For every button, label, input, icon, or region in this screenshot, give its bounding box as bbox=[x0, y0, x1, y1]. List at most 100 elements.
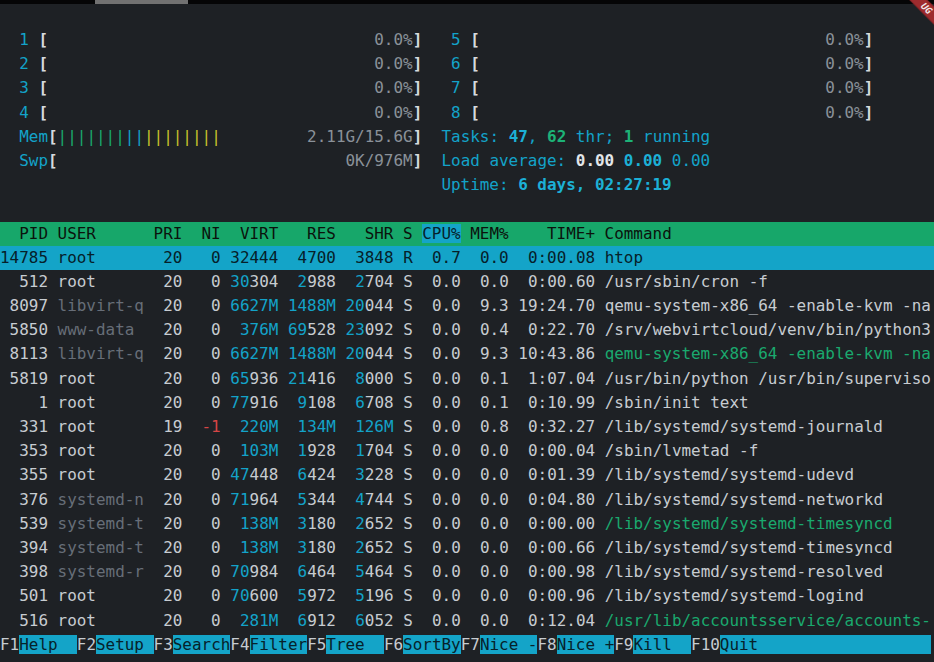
cell-pri: 20 bbox=[154, 490, 192, 509]
meter-close-bracket: ] bbox=[413, 30, 423, 49]
cell-pid: 394 bbox=[0, 538, 58, 557]
cell-ni: 0 bbox=[192, 369, 221, 388]
cell-pid: 8097 bbox=[0, 296, 58, 315]
fkey-f8[interactable]: F8 bbox=[537, 635, 556, 654]
cell-state: S bbox=[403, 393, 422, 412]
process-row[interactable]: 376 systemd-n 20 0 71964 5344 4744 S 0.0… bbox=[0, 488, 934, 512]
cell-ni: 0 bbox=[192, 296, 221, 315]
fkey-f2[interactable]: F2 bbox=[77, 635, 96, 654]
cell-time: 19:24.70 bbox=[518, 296, 604, 315]
cell-mem: 0.0 bbox=[470, 465, 518, 484]
fkey-label-nice[interactable]: Nice - bbox=[480, 635, 538, 654]
process-row[interactable]: 501 root 20 0 70600 5972 5196 S 0.0 0.0 … bbox=[0, 584, 934, 608]
table-header-row[interactable]: PID USER PRI NI VIRT RES SHR S CPU% MEM%… bbox=[0, 222, 934, 246]
cell-user: libvirt-q bbox=[58, 344, 154, 363]
cell-cpu: 0.0 bbox=[422, 441, 470, 460]
cell-command: /sbin/lvmetad -f bbox=[605, 441, 931, 460]
cpu-meter-value: 0.0% bbox=[825, 54, 863, 73]
cell-user: root bbox=[58, 417, 154, 436]
fkey-f5[interactable]: F5 bbox=[307, 635, 326, 654]
fkey-label-search[interactable]: Search bbox=[173, 635, 231, 654]
cell-pri: 20 bbox=[154, 514, 192, 533]
cell-user: root bbox=[58, 369, 154, 388]
cell-user: root bbox=[58, 465, 154, 484]
cell-mem: 0.0 bbox=[470, 490, 518, 509]
process-row[interactable]: 398 systemd-r 20 0 70984 6464 5464 S 0.0… bbox=[0, 560, 934, 584]
process-row[interactable]: 516 root 20 0 281M 6912 6052 S 0.0 0.0 0… bbox=[0, 609, 934, 633]
col-header-pid: PID bbox=[0, 224, 58, 243]
process-row[interactable]: 394 systemd-t 20 0 138M 3180 2652 S 0.0 … bbox=[0, 536, 934, 560]
cell-pri: 20 bbox=[154, 441, 192, 460]
meter-close-bracket: ] bbox=[864, 78, 874, 97]
col-header-s: S bbox=[403, 224, 422, 243]
fkey-label-setup[interactable]: Setup bbox=[96, 635, 154, 654]
fkey-label-kill[interactable]: Kill bbox=[633, 635, 691, 654]
cpu-meter-row: 1 [ 0.0%] 5 [ 0.0%] bbox=[0, 28, 934, 52]
process-row[interactable]: 353 root 20 0 103M 1928 1704 S 0.0 0.0 0… bbox=[0, 439, 934, 463]
cpu-meter-id: 7 bbox=[451, 78, 470, 97]
cell-mem: 0.1 bbox=[470, 393, 518, 412]
process-row[interactable]: 331 root 19 -1 220M 134M 126M S 0.0 0.8 … bbox=[0, 415, 934, 439]
tasks-count: 47 bbox=[509, 127, 528, 146]
process-row[interactable]: 8097 libvirt-q 20 0 6627M 1488M 20044 S … bbox=[0, 294, 934, 318]
meter-open-bracket: [ bbox=[470, 54, 480, 73]
col-header-user: USER bbox=[58, 224, 154, 243]
cell-pid: 512 bbox=[0, 272, 58, 291]
cell-ni: 0 bbox=[192, 611, 221, 630]
cell-mem: 0.0 bbox=[470, 538, 518, 557]
cell-command: /lib/systemd/systemd-timesyncd bbox=[605, 538, 931, 557]
cell-ni: 0 bbox=[192, 393, 221, 412]
cpu-meter-value: 0.0% bbox=[374, 78, 412, 97]
col-header-virt: VIRT bbox=[230, 224, 288, 243]
cpu-meter-value: 0.0% bbox=[825, 30, 863, 49]
cell-time: 0:22.70 bbox=[518, 320, 604, 339]
cell-state: S bbox=[403, 514, 422, 533]
cpu-meter-row: 2 [ 0.0%] 6 [ 0.0%] bbox=[0, 52, 934, 76]
fkey-label-sortby[interactable]: SortBy bbox=[403, 635, 461, 654]
meter-open-bracket: [ bbox=[38, 103, 48, 122]
cell-command: /lib/systemd/systemd-udevd bbox=[605, 465, 931, 484]
mem-tasks-row: Mem[||||||||||||||||| 2.11G/15.6G] Tasks… bbox=[0, 125, 934, 149]
process-row[interactable]: 539 systemd-t 20 0 138M 3180 2652 S 0.0 … bbox=[0, 512, 934, 536]
meter-close-bracket: ] bbox=[413, 78, 423, 97]
fkey-label-nice[interactable]: Nice + bbox=[557, 635, 615, 654]
cell-user: systemd-t bbox=[58, 538, 154, 557]
cell-command: /usr/lib/accountsservice/accounts- bbox=[605, 611, 931, 630]
cell-user: root bbox=[58, 248, 154, 267]
load-average-label: Load average: bbox=[441, 151, 575, 170]
fkey-label-help[interactable]: Help bbox=[19, 635, 77, 654]
fkey-f9[interactable]: F9 bbox=[614, 635, 633, 654]
fkey-f1[interactable]: F1 bbox=[0, 635, 19, 654]
process-row[interactable]: 5819 root 20 0 65936 21416 8000 S 0.0 0.… bbox=[0, 367, 934, 391]
fkey-f10[interactable]: F10 bbox=[691, 635, 720, 654]
terminal-console[interactable]: 1 [ 0.0%] 5 [ 0.0%] 2 [ 0.0%] 6 [ 0.0%] … bbox=[0, 4, 934, 662]
cell-mem: 0.0 bbox=[470, 611, 518, 630]
fkey-f3[interactable]: F3 bbox=[154, 635, 173, 654]
cell-mem: 0.8 bbox=[470, 417, 518, 436]
uptime-value: 6 days, 02:27:19 bbox=[518, 175, 672, 194]
cell-pid: 353 bbox=[0, 441, 58, 460]
cell-command: /lib/systemd/systemd-resolved bbox=[605, 562, 931, 581]
fkey-label-quit[interactable]: Quit bbox=[720, 635, 778, 654]
cell-cpu: 0.7 bbox=[422, 248, 470, 267]
fkey-f4[interactable]: F4 bbox=[230, 635, 249, 654]
cell-pri: 20 bbox=[154, 393, 192, 412]
process-row[interactable]: 14785 root 20 0 32444 4700 3848 R 0.7 0.… bbox=[0, 246, 934, 270]
fkey-f7[interactable]: F7 bbox=[461, 635, 480, 654]
process-row[interactable]: 1 root 20 0 77916 9108 6708 S 0.0 0.1 0:… bbox=[0, 391, 934, 415]
process-row[interactable]: 355 root 20 0 47448 6424 3228 S 0.0 0.0 … bbox=[0, 463, 934, 487]
col-header-time: TIME+ bbox=[518, 224, 604, 243]
fkey-label-filter[interactable]: Filter bbox=[250, 635, 308, 654]
fkey-f6[interactable]: F6 bbox=[384, 635, 403, 654]
function-bar[interactable]: F1Help F2Setup F3SearchF4FilterF5Tree F6… bbox=[0, 633, 934, 657]
cell-command: /sbin/init text bbox=[605, 393, 931, 412]
cell-pri: 20 bbox=[154, 344, 192, 363]
cell-pid: 398 bbox=[0, 562, 58, 581]
process-row[interactable]: 8113 libvirt-q 20 0 6627M 1488M 20044 S … bbox=[0, 342, 934, 366]
cell-time: 0:00.08 bbox=[518, 248, 604, 267]
fkey-label-tree[interactable]: Tree bbox=[326, 635, 384, 654]
process-row[interactable]: 5850 www-data 20 0 376M 69528 23092 S 0.… bbox=[0, 318, 934, 342]
cell-command: /usr/bin/python /usr/bin/superviso bbox=[605, 369, 931, 388]
cpu-meter-id: 3 bbox=[19, 78, 38, 97]
process-row[interactable]: 512 root 20 0 30304 2988 2704 S 0.0 0.0 … bbox=[0, 270, 934, 294]
